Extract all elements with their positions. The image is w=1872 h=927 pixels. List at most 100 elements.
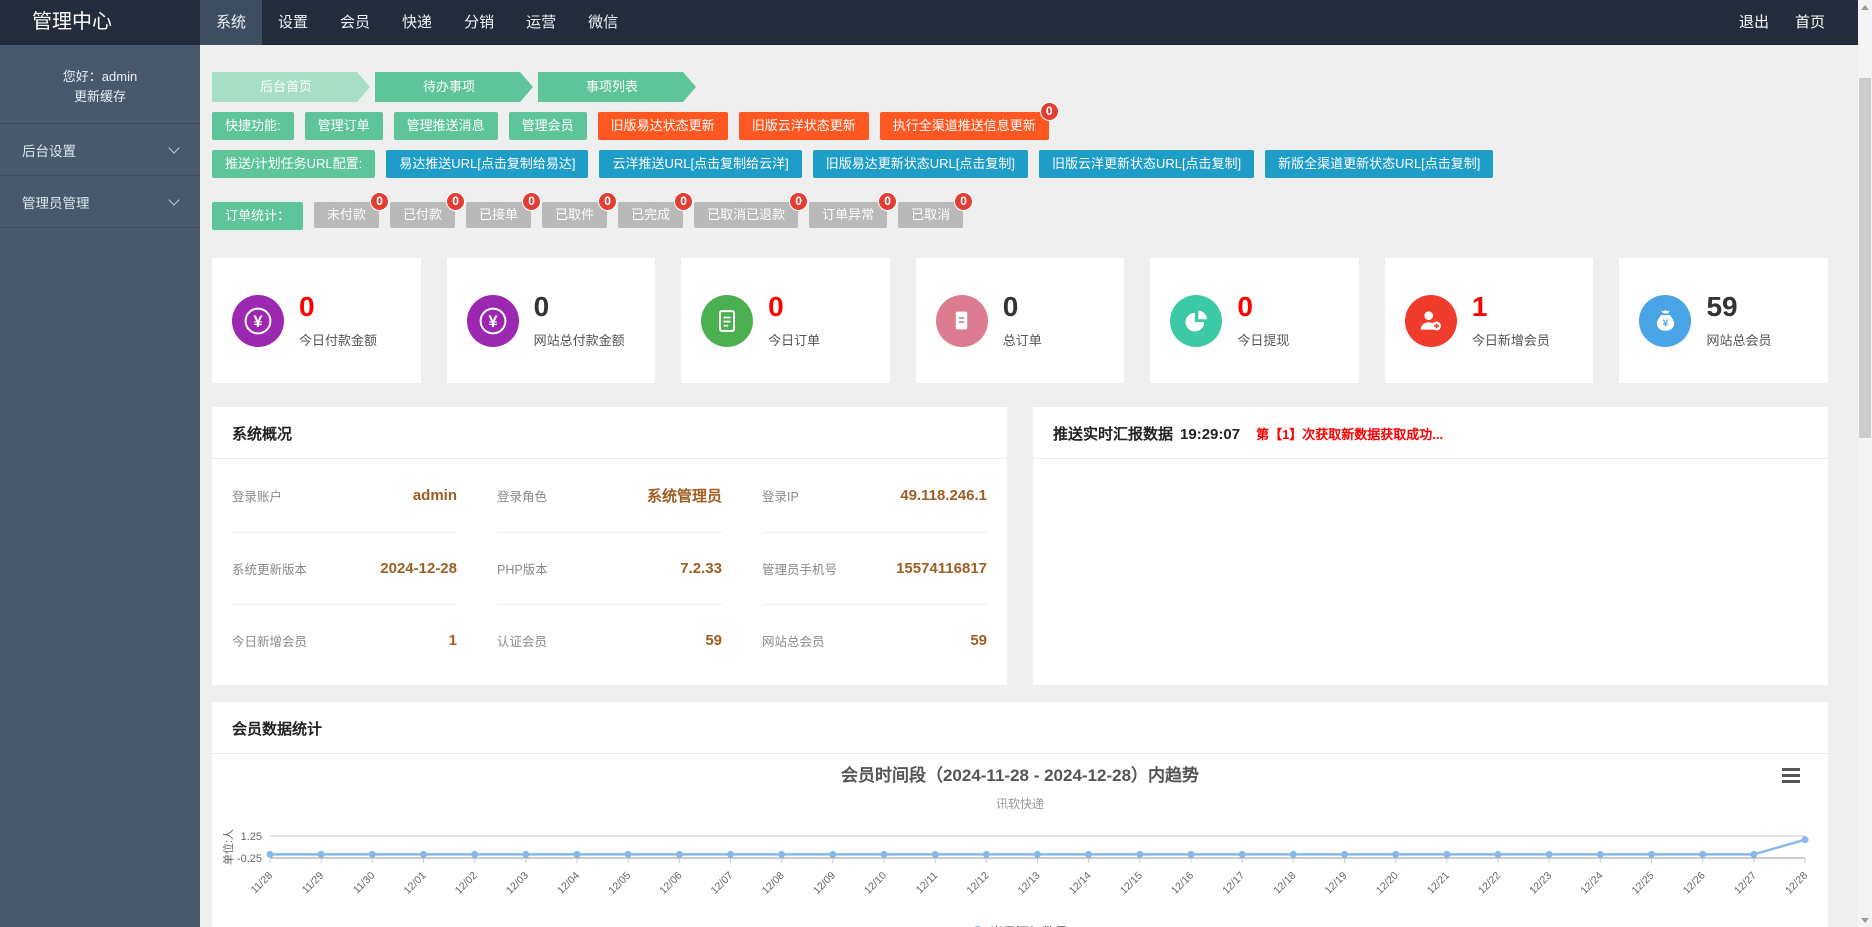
overview-value: 59 [970, 632, 987, 649]
nav-item-express[interactable]: 快递 [386, 0, 448, 45]
badge-count: 0 [954, 192, 973, 211]
sidebar-item-backend-settings[interactable]: 后台设置 [0, 124, 200, 176]
data-point [727, 851, 734, 858]
x-axis-label: 12/20 [1374, 870, 1401, 897]
nav-item-operation[interactable]: 运营 [510, 0, 572, 45]
order-abnormal-button[interactable]: 订单异常0 [809, 202, 887, 228]
overview-cell-php-version: PHP版本7.2.33 [497, 533, 722, 605]
push-report-time: 19:29:07 [1180, 426, 1240, 443]
manage-members-button[interactable]: 管理会员 [509, 112, 587, 140]
cancelled-refunded-button[interactable]: 已取消已退款0 [694, 202, 798, 228]
svg-text:¥: ¥ [488, 312, 498, 331]
push-report-title: 推送实时汇报数据 [1053, 423, 1173, 444]
data-point [1699, 851, 1706, 858]
stat-card-today-new-members: 1今日新增会员 [1385, 258, 1594, 383]
x-axis-label: 12/06 [657, 870, 684, 897]
main-nav: 系统设置会员快递分销运营微信 [200, 0, 634, 45]
chart-area: 会员时间段（2024-11-28 - 2024-12-28）内趋势 讯软快递 1… [212, 754, 1828, 927]
sidebar-item-admin-management[interactable]: 管理员管理 [0, 176, 200, 228]
x-axis-label: 11/28 [249, 870, 276, 897]
chart-legend[interactable]: 当日添加数量 [220, 922, 1820, 927]
x-axis-label: 12/28 [1783, 870, 1810, 897]
old-yida-update-status-url-button[interactable]: 旧版易达更新状态URL[点击复制] [813, 150, 1028, 178]
x-axis-label: 12/26 [1681, 870, 1708, 897]
x-axis-label: 12/10 [862, 870, 889, 897]
x-axis-label: 12/07 [709, 870, 736, 897]
overview-cell-system-update-version: 系统更新版本2024-12-28 [232, 533, 457, 605]
yunyang-push-url-button[interactable]: 云洋推送URL[点击复制给云洋] [599, 150, 801, 178]
yida-push-url-button[interactable]: 易达推送URL[点击复制给易达] [386, 150, 588, 178]
scroll-down-icon[interactable] [1858, 913, 1872, 927]
data-point [522, 851, 529, 858]
overview-cell-today-new-members: 今日新增会员1 [232, 605, 457, 676]
nav-item-member[interactable]: 会员 [324, 0, 386, 45]
sidebar: 您好：admin 更新缓存 后台设置管理员管理 [0, 45, 200, 927]
badge-count: 0 [1040, 102, 1059, 121]
scroll-up-icon[interactable] [1858, 0, 1872, 14]
completed-button[interactable]: 已完成0 [618, 202, 683, 228]
user-block: 您好：admin 更新缓存 [0, 45, 200, 124]
stat-value: 59 [1706, 293, 1771, 321]
data-point [1341, 851, 1348, 858]
moneybag-icon: ¥ [1639, 295, 1691, 347]
cancelled-button[interactable]: 已取消0 [898, 202, 963, 228]
x-axis-label: 12/05 [606, 870, 633, 897]
stat-value: 0 [768, 293, 820, 321]
old-yunyang-status-update-button[interactable]: 旧版云洋状态更新 [739, 112, 869, 140]
top-navbar: 管理中心 系统设置会员快递分销运营微信 退出 首页 [0, 0, 1872, 45]
panel-header: 系统概况 [212, 407, 1007, 459]
data-point [881, 851, 888, 858]
yen-icon: ¥ [467, 295, 519, 347]
push-url-row: 推送/计划任务URL配置:易达推送URL[点击复制给易达]云洋推送URL[点击复… [212, 150, 1828, 178]
nav-item-distribution[interactable]: 分销 [448, 0, 510, 45]
x-axis-label: 12/22 [1476, 870, 1503, 897]
stat-label: 今日提现 [1237, 330, 1289, 349]
system-overview-title: 系统概况 [232, 423, 292, 444]
breadcrumb-item-todo[interactable]: 待办事项 [375, 72, 533, 102]
system-overview-panel: 系统概况 登录账户admin登录角色系统管理员登录IP49.118.246.1系… [212, 407, 1007, 685]
overview-label: 登录角色 [497, 486, 547, 505]
nav-item-wechat[interactable]: 微信 [572, 0, 634, 45]
overview-value: 15574116817 [896, 560, 987, 577]
breadcrumb-item-home[interactable]: 后台首页 [212, 72, 370, 102]
manage-push-messages-button[interactable]: 管理推送消息 [394, 112, 498, 140]
overview-value: 59 [705, 632, 722, 649]
run-allchannel-push-update-button[interactable]: 执行全渠道推送信息更新0 [880, 112, 1049, 140]
breadcrumb-item-list[interactable]: 事项列表 [538, 72, 696, 102]
user-greeting: 您好：admin [10, 67, 190, 87]
panel-header: 会员数据统计 [212, 702, 1828, 754]
overview-label: PHP版本 [497, 559, 548, 578]
stat-value: 1 [1472, 293, 1550, 321]
breadcrumb: 后台首页待办事项事项列表 [212, 72, 1828, 102]
chart-menu-icon[interactable] [1782, 768, 1800, 786]
paid-button[interactable]: 已付款0 [390, 202, 455, 228]
stat-label: 总订单 [1003, 330, 1042, 349]
accepted-button[interactable]: 已接单0 [466, 202, 531, 228]
app-title: 管理中心 [0, 0, 200, 45]
document-fill-icon [936, 295, 988, 347]
vertical-scrollbar[interactable] [1858, 0, 1872, 927]
unpaid-button[interactable]: 未付款0 [314, 202, 379, 228]
scrollbar-thumb[interactable] [1859, 78, 1871, 438]
home-link[interactable]: 首页 [1782, 0, 1838, 45]
svg-text:¥: ¥ [1663, 319, 1669, 330]
nav-item-settings[interactable]: 设置 [262, 0, 324, 45]
data-point [1443, 851, 1450, 858]
refresh-cache-link[interactable]: 更新缓存 [10, 87, 190, 107]
overview-cell-verified-members: 认证会员59 [497, 605, 722, 676]
nav-item-system[interactable]: 系统 [200, 0, 262, 45]
old-yunyang-update-status-url-button[interactable]: 旧版云洋更新状态URL[点击复制] [1039, 150, 1254, 178]
new-allchannel-update-status-url-button[interactable]: 新版全渠道更新状态URL[点击复制] [1265, 150, 1493, 178]
stat-value: 0 [1003, 293, 1042, 321]
badge-count: 0 [674, 192, 693, 211]
x-axis-label: 12/17 [1220, 870, 1247, 897]
stat-card-today-withdrawal: 0今日提现 [1150, 258, 1359, 383]
manage-orders-button[interactable]: 管理订单 [305, 112, 383, 140]
old-yida-status-update-button[interactable]: 旧版易达状态更新 [598, 112, 728, 140]
badge-count: 0 [522, 192, 541, 211]
logout-link[interactable]: 退出 [1726, 0, 1782, 45]
picked-up-button[interactable]: 已取件0 [542, 202, 607, 228]
x-axis-label: 12/01 [402, 870, 429, 897]
data-point [1239, 851, 1246, 858]
badge-count: 0 [446, 192, 465, 211]
